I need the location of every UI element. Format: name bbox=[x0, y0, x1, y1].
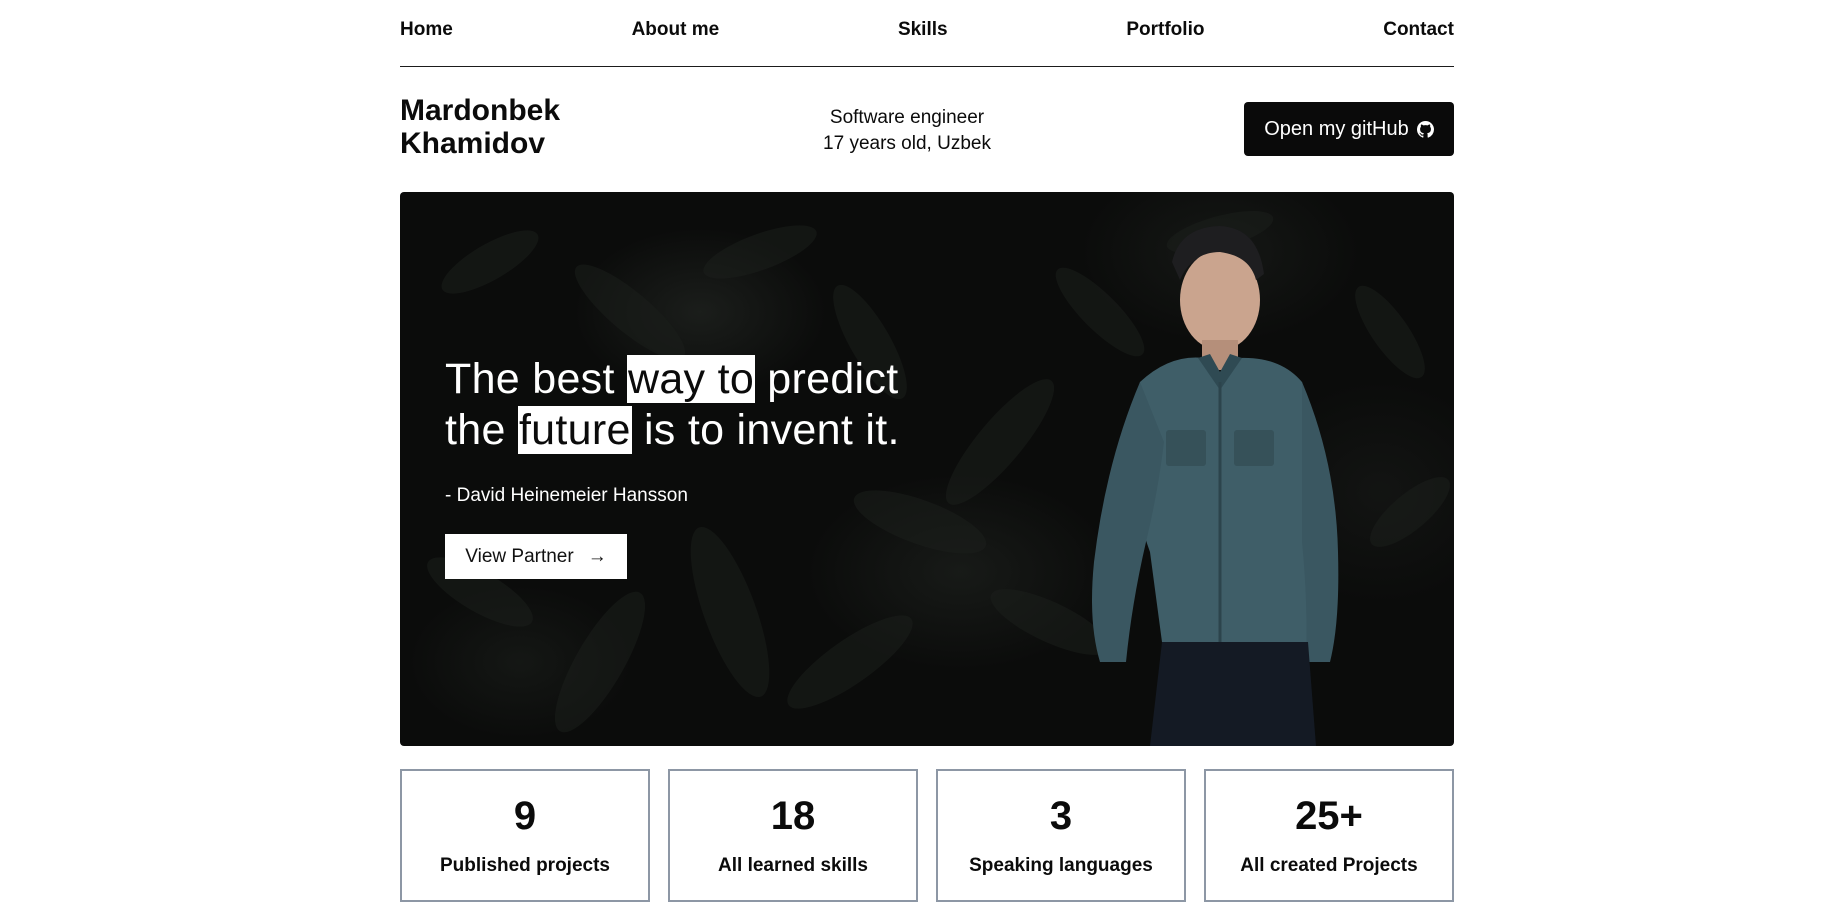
profile-name: Mardonbek Khamidov bbox=[400, 94, 600, 160]
quote-text: is to invent it. bbox=[631, 406, 900, 454]
job-title: Software engineer bbox=[829, 107, 985, 128]
arrow-right-icon: → bbox=[587, 545, 607, 567]
stat-number: 18 bbox=[770, 794, 816, 838]
quote-text: predict bbox=[755, 355, 899, 403]
first-name: Mardonbek bbox=[400, 94, 561, 127]
view-partner-label: View Partner bbox=[465, 545, 574, 567]
stat-number: 3 bbox=[1049, 794, 1073, 838]
quote-highlight: way to bbox=[626, 355, 756, 403]
stat-card: 3 Speaking languages bbox=[936, 769, 1186, 902]
nav-contact[interactable]: Contact bbox=[1383, 19, 1454, 41]
stat-label: Speaking languages bbox=[969, 855, 1153, 876]
stat-card: 25+ All created Projects bbox=[1204, 769, 1454, 902]
stat-card: 9 Published projects bbox=[400, 769, 650, 902]
quote-text: the bbox=[445, 406, 518, 454]
quote-text: The best bbox=[445, 355, 627, 403]
last-name: Khamidov bbox=[400, 127, 546, 160]
stat-number: 25+ bbox=[1295, 794, 1363, 838]
age-nationality: 17 years old, Uzbek bbox=[823, 133, 991, 154]
nav-home[interactable]: Home bbox=[400, 19, 453, 41]
nav-portfolio[interactable]: Portfolio bbox=[1126, 19, 1204, 41]
view-partner-button[interactable]: View Partner → bbox=[445, 534, 627, 579]
main-nav: Home About me Skills Portfolio Contact bbox=[400, 0, 1454, 67]
github-icon bbox=[1416, 120, 1434, 138]
stat-label: All created Projects bbox=[1240, 855, 1418, 876]
hero-banner: The best way to predict the future is to… bbox=[400, 192, 1454, 746]
stat-label: All learned skills bbox=[718, 855, 868, 876]
quote-highlight: future bbox=[517, 406, 632, 454]
open-github-button[interactable]: Open my gitHub bbox=[1244, 102, 1454, 156]
profile-header: Mardonbek Khamidov Software engineer 17 … bbox=[400, 67, 1454, 192]
profile-role: Software engineer 17 years old, Uzbek bbox=[822, 105, 992, 157]
stat-label: Published projects bbox=[440, 855, 610, 876]
stat-card: 18 All learned skills bbox=[668, 769, 918, 902]
stats-row: 9 Published projects 18 All learned skil… bbox=[400, 769, 1454, 902]
nav-about-me[interactable]: About me bbox=[632, 19, 720, 41]
nav-skills[interactable]: Skills bbox=[898, 19, 948, 41]
stat-number: 9 bbox=[513, 794, 537, 838]
github-button-label: Open my gitHub bbox=[1264, 117, 1409, 140]
hero-quote: The best way to predict the future is to… bbox=[445, 354, 900, 456]
quote-author: - David Heinemeier Hansson bbox=[445, 485, 688, 506]
profile-photo bbox=[1092, 226, 1339, 746]
page-container: Home About me Skills Portfolio Contact M… bbox=[400, 0, 1454, 902]
